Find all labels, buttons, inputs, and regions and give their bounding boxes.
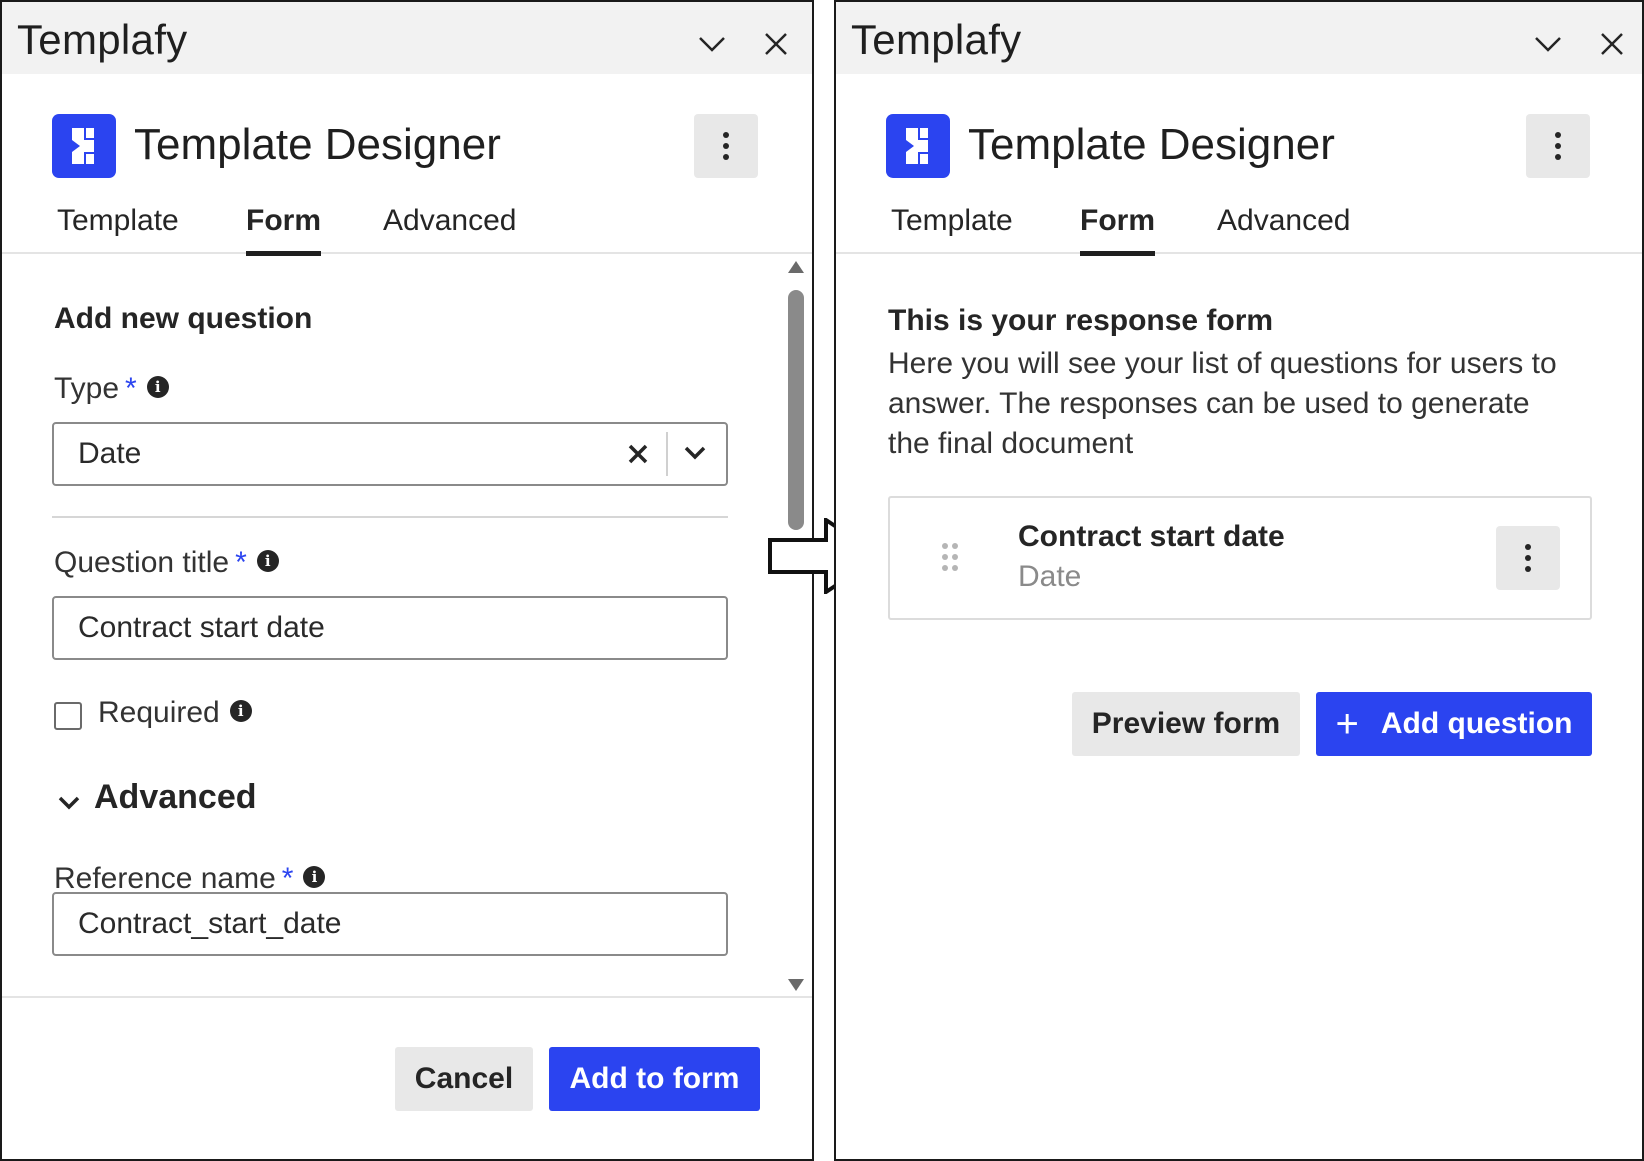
- right-panel: Templafy Template Designer Template Form…: [834, 0, 1644, 1161]
- add-question-label: Add question: [1380, 707, 1573, 740]
- left-panel: Templafy Template Designer Template Form…: [0, 0, 814, 1161]
- tab-form[interactable]: Form: [1080, 204, 1155, 256]
- app-header: Template Designer Template Form Advanced: [2, 74, 812, 256]
- tab-template[interactable]: Template: [891, 204, 1013, 252]
- info-icon[interactable]: i: [229, 700, 252, 723]
- tab-template[interactable]: Template: [57, 204, 179, 252]
- info-icon[interactable]: i: [303, 866, 326, 889]
- app-name: Template Designer: [134, 120, 501, 169]
- type-label: Type * i: [54, 372, 169, 406]
- advanced-toggle[interactable]: Advanced: [94, 778, 257, 817]
- question-card-type: Date: [1018, 560, 1082, 593]
- title-bar: Templafy: [2, 2, 812, 74]
- close-icon: [1601, 33, 1623, 55]
- window-title: Templafy: [17, 16, 188, 63]
- select-divider: [666, 432, 668, 476]
- scroll-down-icon[interactable]: [787, 978, 805, 992]
- tab-bar: Template Form Advanced: [2, 204, 812, 256]
- section-title: Add new question: [54, 302, 313, 335]
- window-title: Templafy: [851, 16, 1022, 63]
- kebab-icon: [1555, 132, 1561, 138]
- chevron-down-icon[interactable]: [58, 796, 80, 810]
- scroll-up-icon[interactable]: [787, 260, 805, 274]
- question-options-button[interactable]: [1496, 526, 1560, 590]
- templafy-logo-icon: [52, 114, 116, 178]
- footer-divider: [2, 996, 812, 998]
- kebab-icon: [723, 132, 729, 138]
- minimize-button[interactable]: [692, 24, 732, 64]
- scrollbar[interactable]: [786, 260, 806, 994]
- reference-name-input[interactable]: Contract_start_date: [52, 892, 728, 956]
- reference-name-label: Reference name * i: [54, 862, 326, 896]
- drag-handle-icon[interactable]: [940, 542, 960, 572]
- templafy-logo-icon: [886, 114, 950, 178]
- divider: [52, 516, 728, 518]
- preview-form-button[interactable]: Preview form: [1072, 692, 1300, 756]
- chevron-down-icon: [699, 37, 725, 52]
- title-bar: Templafy: [836, 2, 1642, 74]
- add-to-form-button[interactable]: Add to form: [549, 1047, 760, 1111]
- clear-icon[interactable]: [628, 444, 648, 464]
- question-title-label: Question title * i: [54, 546, 279, 580]
- type-select[interactable]: Date: [52, 422, 728, 486]
- more-options-button[interactable]: [1526, 114, 1590, 178]
- add-question-button[interactable]: + Add question: [1316, 692, 1592, 756]
- close-button[interactable]: [1592, 24, 1632, 64]
- chevron-down-icon: [1535, 37, 1561, 52]
- plus-icon: +: [1335, 702, 1359, 746]
- question-title-input[interactable]: Contract start date: [52, 596, 728, 660]
- required-checkbox[interactable]: [54, 702, 82, 730]
- info-icon[interactable]: i: [256, 550, 279, 573]
- chevron-down-icon[interactable]: [684, 446, 706, 460]
- more-options-button[interactable]: [694, 114, 758, 178]
- tab-advanced[interactable]: Advanced: [1217, 204, 1350, 252]
- question-card[interactable]: Contract start date Date: [888, 496, 1592, 620]
- close-button[interactable]: [756, 24, 796, 64]
- cancel-button[interactable]: Cancel: [395, 1047, 533, 1111]
- intro-text: Here you will see your list of questions…: [888, 347, 1557, 460]
- kebab-icon: [1525, 544, 1531, 550]
- tab-advanced[interactable]: Advanced: [383, 204, 516, 252]
- app-header: Template Designer Template Form Advanced: [836, 74, 1642, 256]
- tab-form[interactable]: Form: [246, 204, 321, 256]
- question-card-title: Contract start date: [1018, 520, 1285, 553]
- info-icon[interactable]: i: [146, 376, 169, 399]
- minimize-button[interactable]: [1528, 24, 1568, 64]
- app-name: Template Designer: [968, 120, 1335, 169]
- scroll-thumb[interactable]: [788, 290, 804, 530]
- tab-bar: Template Form Advanced: [836, 204, 1642, 256]
- intro-title: This is your response form: [888, 304, 1274, 337]
- close-icon: [765, 33, 787, 55]
- required-label: Required i: [98, 696, 252, 730]
